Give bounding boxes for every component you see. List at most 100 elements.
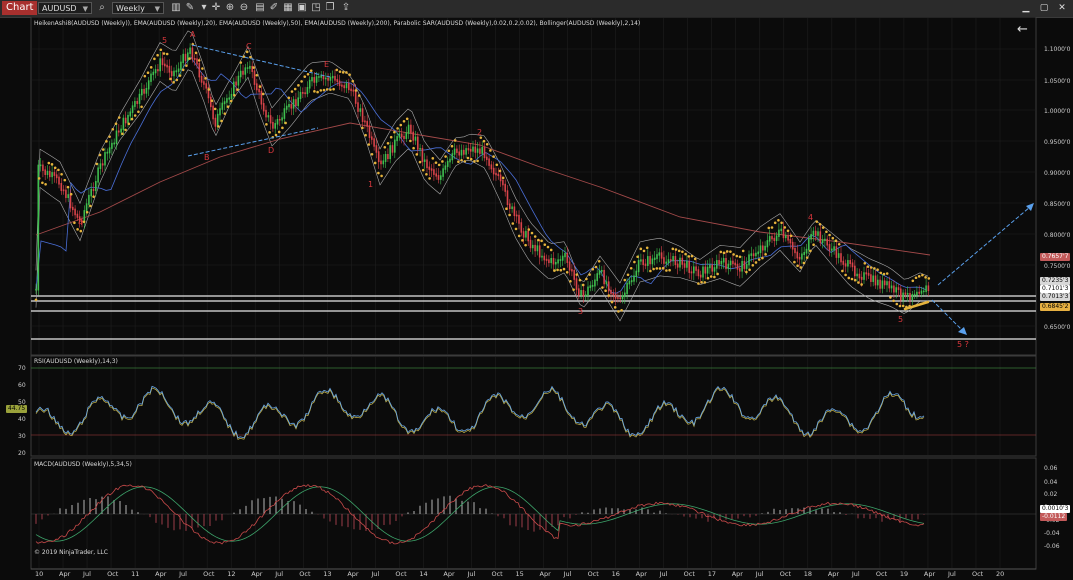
x-tick: 18 xyxy=(803,570,813,578)
copyright-text: © 2019 NinjaTrader, LLC xyxy=(34,549,108,556)
x-tick: 20 xyxy=(996,570,1005,578)
x-tick: Jul xyxy=(275,570,284,578)
y-tick: 0.7500'0 xyxy=(1044,263,1071,270)
timeframe-selector[interactable]: Weekly ▼ xyxy=(112,2,164,14)
x-tick: Oct xyxy=(971,570,984,578)
x-tick: Apr xyxy=(347,570,359,578)
x-tick: Apr xyxy=(731,570,743,578)
x-tick: Apr xyxy=(443,570,455,578)
rsi-y-tick: 40 xyxy=(18,416,26,423)
macd-y-tick: -0.06 xyxy=(1044,543,1060,550)
x-tick: 16 xyxy=(611,570,620,578)
wave-label: 3 xyxy=(578,307,584,316)
x-tick: Oct xyxy=(299,570,311,578)
macd-indicator-label: MACD(AUDUSD (Weekly),5,34,5) xyxy=(34,461,132,468)
zoom-out-icon[interactable]: ⊖ xyxy=(238,2,250,14)
price-tag-current: 0.7101'3 xyxy=(1040,285,1071,293)
x-tick: Jul xyxy=(371,570,380,578)
x-tick: 17 xyxy=(707,570,716,578)
x-tick: Apr xyxy=(539,570,551,578)
price-tag-ema200: 0.7657'7 xyxy=(1040,253,1071,261)
wave-label: 5 ? xyxy=(957,340,969,349)
x-tick: 15 xyxy=(515,570,524,578)
wave-label: C xyxy=(246,42,252,51)
x-tick: Oct xyxy=(875,570,888,578)
x-tick: 12 xyxy=(227,570,236,578)
x-tick: Oct xyxy=(203,570,215,578)
timeframe-value: Weekly xyxy=(116,4,145,13)
y-tick: 0.8000'0 xyxy=(1044,232,1071,239)
rsi-panel-frame xyxy=(30,355,1037,457)
draw-icon[interactable]: ✎ xyxy=(184,2,196,14)
wave-label: E xyxy=(324,60,330,69)
rsi-y-tick: 30 xyxy=(18,433,26,440)
x-tick: Apr xyxy=(827,570,840,578)
chevron-down-icon: ▼ xyxy=(82,5,88,13)
wave-label: 5 xyxy=(898,315,904,324)
x-tick: Jul xyxy=(83,570,91,578)
y-tick: 0.6500'0 xyxy=(1044,324,1071,331)
wave-label: D xyxy=(268,146,275,155)
chart-toolbar: Chart AUDUSD ▼ ⌕ Weekly ▼ ▥ ✎ ▾ ✛ ⊕ ⊖ ▤ … xyxy=(0,0,1073,18)
strategies-icon[interactable]: ◳ xyxy=(310,2,322,14)
y-tick: 1.1000'0 xyxy=(1044,46,1071,53)
macd-panel-frame xyxy=(30,457,1037,570)
y-tick: 0.9000'0 xyxy=(1044,170,1071,177)
x-tick: Oct xyxy=(107,570,119,578)
minimize-icon[interactable]: ▁ xyxy=(1020,2,1032,14)
wave-label: 1 xyxy=(368,180,374,189)
y-tick: 1.0000'0 xyxy=(1044,108,1071,115)
rsi-y-tick: 60 xyxy=(18,382,26,389)
x-tick: Jul xyxy=(755,570,764,578)
zoom-in-icon[interactable]: ⊕ xyxy=(224,2,236,14)
chevron-down-icon[interactable]: ▾ xyxy=(198,2,210,14)
wave-label: 4 xyxy=(78,218,84,227)
wave-label: A xyxy=(190,30,196,39)
price-tag-lower-band: 0.7013'3 xyxy=(1040,293,1071,301)
chart-canvas[interactable] xyxy=(0,17,1073,580)
x-tick: 10 xyxy=(35,570,44,578)
macd-y-tick: 0.02 xyxy=(1044,491,1058,498)
data-box-icon[interactable]: ▣ xyxy=(296,2,308,14)
x-tick: Apr xyxy=(923,570,936,578)
wave-label: 4 xyxy=(808,213,814,222)
properties-icon[interactable]: ▤ xyxy=(254,2,266,14)
x-tick: Oct xyxy=(395,570,407,578)
x-tick: Apr xyxy=(155,570,167,578)
copy-icon[interactable]: ❐ xyxy=(324,2,336,14)
maximize-icon[interactable]: ▢ xyxy=(1038,2,1050,14)
close-icon[interactable]: ✕ xyxy=(1056,2,1068,14)
chevron-down-icon: ▼ xyxy=(154,5,160,13)
x-tick: 14 xyxy=(419,570,428,578)
x-tick: Jul xyxy=(179,570,187,578)
x-tick: Jul xyxy=(659,570,668,578)
x-tick: Apr xyxy=(635,570,647,578)
x-tick: 19 xyxy=(899,570,909,578)
x-tick: 11 xyxy=(131,570,140,578)
x-tick: Apr xyxy=(251,570,263,578)
instrument-selector[interactable]: AUDUSD ▼ xyxy=(38,2,92,14)
price-indicator-label: HeikenAshi8(AUDUSD (Weekly)), EMA(AUDUSD… xyxy=(34,20,641,27)
x-tick: Oct xyxy=(491,570,503,578)
crosshair-icon[interactable]: ✛ xyxy=(210,2,222,14)
x-tick: Jul xyxy=(563,570,572,578)
share-icon[interactable]: ⇪ xyxy=(340,2,352,14)
instrument-value: AUDUSD xyxy=(42,4,77,13)
price-tag-upper-band: 0.7235'3 xyxy=(1040,277,1071,285)
chart-tab-title[interactable]: Chart xyxy=(2,1,38,15)
indicators-icon[interactable]: ▦ xyxy=(282,2,294,14)
y-tick: 0.8500'0 xyxy=(1044,201,1071,208)
rsi-current-tag: 44.75 xyxy=(6,405,28,413)
macd-tag-signal: -0.0112 xyxy=(1040,513,1068,521)
wave-label: 5 xyxy=(162,36,168,45)
macd-y-tick: 0.04 xyxy=(1044,479,1058,486)
back-arrow-icon[interactable]: ← xyxy=(1017,22,1028,37)
x-tick: Apr xyxy=(59,570,71,578)
bar-style-icon[interactable]: ▥ xyxy=(170,2,182,14)
search-icon[interactable]: ⌕ xyxy=(96,2,108,14)
drawing-tools-icon[interactable]: ✐ xyxy=(268,2,280,14)
x-tick: Jul xyxy=(947,570,956,578)
rsi-indicator-label: RSI(AUDUSD (Weekly),14,3) xyxy=(34,358,118,365)
y-tick: 1.0500'0 xyxy=(1044,78,1071,85)
x-tick: Oct xyxy=(683,570,695,578)
